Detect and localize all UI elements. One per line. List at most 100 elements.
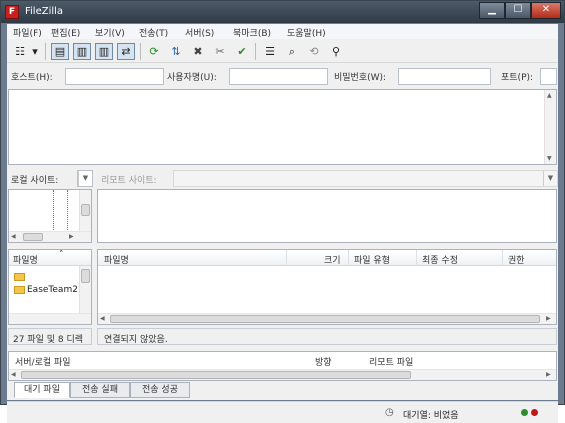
scroll-up-icon[interactable]: ▲ <box>547 92 552 99</box>
refresh-button[interactable]: ⟳ <box>145 43 163 60</box>
password-label: 비밀번호(W): <box>334 73 387 83</box>
log-scrollbar[interactable]: ▲ ▼ <box>544 90 556 164</box>
local-file-row[interactable]: EaseTeam2 <box>27 285 78 295</box>
maximize-button[interactable]: ☐ <box>505 2 531 19</box>
sync-browse-button[interactable]: ⟲ <box>305 43 323 60</box>
scroll-thumb[interactable] <box>23 233 43 241</box>
toggle-local-tree-button[interactable]: ▥ <box>73 43 91 60</box>
process-queue-button[interactable]: ⇅ <box>167 43 185 60</box>
toggle-log-icon: ▤ <box>54 45 66 58</box>
local-list-vscroll[interactable] <box>79 266 91 313</box>
tab-queued-files[interactable]: 대기 파일 <box>14 382 70 398</box>
tab-failed-transfers[interactable]: 전송 실패 <box>70 382 130 398</box>
scroll-thumb[interactable] <box>81 204 90 216</box>
title-bar[interactable]: F FileZilla ▁ ☐ ✕ <box>1 1 564 23</box>
toolbar-separator <box>255 43 256 60</box>
scroll-right-icon[interactable]: ▶ <box>546 371 551 378</box>
scroll-left-icon[interactable]: ◀ <box>11 233 16 240</box>
scroll-left-icon[interactable]: ◀ <box>11 371 16 378</box>
scroll-left-icon[interactable]: ◀ <box>100 315 105 322</box>
queue-tabs: 대기 파일 전송 실패 전송 성공 <box>8 382 557 398</box>
folder-icon <box>14 286 25 294</box>
menu-file[interactable]: 파일(F) <box>13 26 42 39</box>
host-input[interactable] <box>65 68 164 85</box>
tree-guide-line <box>53 190 54 234</box>
status-bar: ◷ 대기열: 비었음 <box>7 401 558 423</box>
remote-col-modified[interactable]: 최종 수정 <box>422 253 458 266</box>
toggle-queue-button[interactable]: ⇄ <box>117 43 135 60</box>
remote-col-size[interactable]: 크기 <box>324 253 341 266</box>
scroll-thumb[interactable] <box>81 269 90 283</box>
search-icon: ⚲ <box>331 45 341 58</box>
menu-bookmarks[interactable]: 북마크(B) <box>233 26 271 39</box>
local-file-list[interactable]: 파일명 ˄ EaseTeam2 <box>8 249 92 325</box>
compare-button[interactable]: ⌕ <box>283 43 301 60</box>
scroll-right-icon[interactable]: ▶ <box>546 315 551 322</box>
tab-successful-transfers[interactable]: 전송 성공 <box>130 382 190 398</box>
local-directory-tree[interactable]: ◀ ▶ <box>8 189 92 243</box>
app-client-area: 파일(F) 편집(E) 보기(V) 전송(T) 서버(S) 북마크(B) 도움말… <box>7 24 558 423</box>
local-tree-vscroll[interactable] <box>79 190 91 233</box>
cancel-button[interactable]: ✖ <box>189 43 207 60</box>
queue-status-text: 대기열: 비었음 <box>403 411 459 421</box>
remote-site-combo[interactable]: ▼ <box>173 170 558 187</box>
local-column-header: 파일명 ˄ <box>9 250 91 266</box>
queue-hscroll[interactable]: ◀ ▶ <box>9 369 556 380</box>
scroll-thumb[interactable] <box>110 315 540 323</box>
site-manager-icon: ☷ <box>15 45 25 58</box>
folder-icon <box>14 273 25 281</box>
local-site-row: 로컬 사이트: ▼ <box>7 168 95 188</box>
menu-transfer[interactable]: 전송(T) <box>139 26 168 39</box>
minimize-button[interactable]: ▁ <box>479 2 505 19</box>
scroll-thumb[interactable] <box>21 371 411 379</box>
site-manager-dropdown[interactable]: ▾ <box>30 43 40 60</box>
dropdown-arrow-icon: ▾ <box>32 45 38 58</box>
username-label: 사용자명(U): <box>167 73 217 83</box>
local-tree-hscroll[interactable]: ◀ ▶ <box>9 231 91 242</box>
remote-site-label: 리모트 사이트: <box>101 176 157 186</box>
toggle-remote-tree-button[interactable]: ▥ <box>95 43 113 60</box>
scroll-right-icon[interactable]: ▶ <box>69 233 74 240</box>
username-input[interactable] <box>229 68 328 85</box>
menu-view[interactable]: 보기(V) <box>95 26 125 39</box>
port-input[interactable] <box>540 68 557 85</box>
transfer-queue[interactable]: 서버/로컬 파일 방향 리모트 파일 ◀ ▶ <box>8 351 557 381</box>
port-label: 포트(P): <box>501 73 534 83</box>
local-site-combo[interactable]: ▼ <box>77 170 93 187</box>
column-separator <box>416 250 417 266</box>
queue-col-direction[interactable]: 방향 <box>315 355 332 368</box>
filter-button[interactable]: ☰ <box>261 43 279 60</box>
local-site-dropdown[interactable]: ▼ <box>78 171 92 186</box>
queue-col-remote[interactable]: 리모트 파일 <box>369 355 413 368</box>
remote-directory-tree[interactable] <box>97 189 557 243</box>
toggle-local-tree-icon: ▥ <box>76 45 88 58</box>
queue-col-local[interactable]: 서버/로컬 파일 <box>15 355 71 368</box>
message-log[interactable]: ▲ ▼ <box>8 89 557 165</box>
remote-site-row: 리모트 사이트: ▼ <box>97 168 558 188</box>
remote-status: 연결되지 않았음. <box>97 328 557 345</box>
search-button[interactable]: ⚲ <box>327 43 345 60</box>
transfer-led-red-icon <box>531 409 538 416</box>
site-manager-button[interactable]: ☷ <box>11 43 29 60</box>
close-button[interactable]: ✕ <box>531 2 561 19</box>
remote-file-list[interactable]: 파일명 ˄ 크기 파일 유형 최종 수정 권한 ◀ ▶ <box>97 249 557 325</box>
remote-col-type[interactable]: 파일 유형 <box>354 253 390 266</box>
local-col-filename[interactable]: 파일명 <box>13 253 38 266</box>
menu-edit[interactable]: 편집(E) <box>51 26 80 39</box>
local-status-text: 27 파일 및 8 디렉 <box>13 335 84 345</box>
toggle-log-button[interactable]: ▤ <box>51 43 69 60</box>
remote-col-permissions[interactable]: 권한 <box>508 253 525 266</box>
local-list-hscroll[interactable] <box>9 313 91 324</box>
scroll-down-icon[interactable]: ▼ <box>547 155 552 162</box>
remote-list-hscroll[interactable]: ◀ ▶ <box>98 313 556 324</box>
reconnect-button[interactable]: ✔ <box>233 43 251 60</box>
toolbar-separator <box>140 43 141 60</box>
menu-server[interactable]: 서버(S) <box>185 26 214 39</box>
queue-clock-icon: ◷ <box>385 407 394 418</box>
remote-col-filename[interactable]: 파일명 <box>104 253 129 266</box>
disconnect-button[interactable]: ✂ <box>211 43 229 60</box>
sort-ascending-icon: ˄ <box>59 250 64 260</box>
password-input[interactable] <box>398 68 491 85</box>
menu-help[interactable]: 도움말(H) <box>287 26 326 39</box>
remote-site-dropdown[interactable]: ▼ <box>543 171 557 186</box>
